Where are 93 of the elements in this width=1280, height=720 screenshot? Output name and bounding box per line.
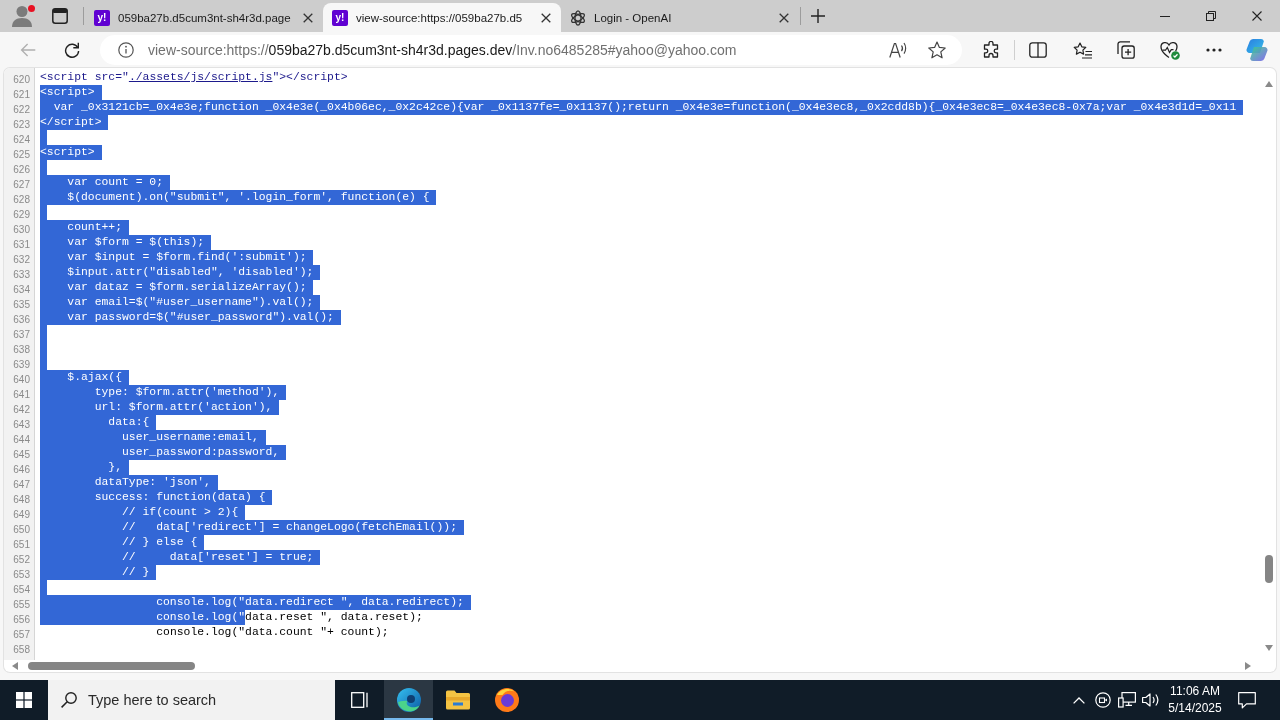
browser-tab[interactable]: Login - OpenAI xyxy=(561,3,799,32)
line-number: 624 xyxy=(13,134,30,145)
scroll-left-icon[interactable] xyxy=(12,662,18,670)
browser-tab[interactable]: y! view-source:https://059ba27b.d5 xyxy=(323,3,561,32)
line-number: 653 xyxy=(13,569,30,580)
split-screen-icon[interactable] xyxy=(1029,42,1047,58)
line-number: 621 xyxy=(13,89,30,100)
line-number: 630 xyxy=(13,224,30,235)
line-number: 635 xyxy=(13,299,30,310)
line-number: 655 xyxy=(13,599,30,610)
scroll-up-icon[interactable] xyxy=(1265,81,1273,87)
read-aloud-icon[interactable] xyxy=(889,42,907,58)
line-number: 658 xyxy=(13,644,30,655)
line-number: 639 xyxy=(13,359,30,370)
line-number: 629 xyxy=(13,209,30,220)
scroll-right-icon[interactable] xyxy=(1245,662,1251,670)
notification-dot-icon xyxy=(28,5,35,12)
line-number: 628 xyxy=(13,194,30,205)
line-number: 633 xyxy=(13,269,30,280)
scrollbar-thumb[interactable] xyxy=(1265,555,1273,583)
close-window-icon[interactable] xyxy=(1252,11,1262,21)
line-number: 625 xyxy=(13,149,30,160)
close-icon[interactable] xyxy=(541,12,551,23)
code-text: <script src=" xyxy=(40,70,129,85)
line-number: 620 xyxy=(13,74,30,85)
source-link[interactable]: ./assets/js/script.js xyxy=(128,70,273,85)
minimize-icon[interactable] xyxy=(1160,15,1170,17)
start-icon[interactable] xyxy=(16,692,32,708)
code-line: console.log("data.count "+ count); xyxy=(156,625,389,640)
restore-icon[interactable] xyxy=(1206,11,1216,21)
info-icon[interactable] xyxy=(118,42,134,58)
app-logo-icon[interactable] xyxy=(1246,39,1268,61)
line-number: 637 xyxy=(13,329,30,340)
task-view-icon xyxy=(350,692,369,708)
star-icon[interactable] xyxy=(928,41,946,59)
line-number: 631 xyxy=(13,239,30,250)
favicon-icon: y! xyxy=(332,9,348,26)
line-number: 651 xyxy=(13,539,30,550)
code-text: data.reset ", data.reset); xyxy=(245,610,423,625)
network-icon[interactable] xyxy=(1118,692,1136,708)
code-text: "></script> xyxy=(272,70,348,85)
more-icon[interactable] xyxy=(1206,48,1222,52)
clock-time: 11:06 AM xyxy=(1170,683,1220,700)
line-number: 657 xyxy=(13,629,30,640)
line-number: 646 xyxy=(13,464,30,475)
favorites-icon[interactable] xyxy=(1072,41,1092,59)
search-field[interactable]: Type here to search xyxy=(48,680,335,720)
line-number: 644 xyxy=(13,434,30,445)
line-number: 627 xyxy=(13,179,30,190)
chevron-up-icon[interactable] xyxy=(1073,696,1085,704)
line-number: 626 xyxy=(13,164,30,175)
knot-icon xyxy=(570,9,586,26)
profile-avatar-icon[interactable] xyxy=(11,5,33,27)
browser-icon xyxy=(396,688,421,712)
line-number: 648 xyxy=(13,494,30,505)
line-number: 634 xyxy=(13,284,30,295)
clock-date: 5/14/2025 xyxy=(1168,700,1222,717)
line-number: 638 xyxy=(13,344,30,355)
line-number: 641 xyxy=(13,389,30,400)
volume-icon[interactable] xyxy=(1142,692,1160,708)
line-number: 645 xyxy=(13,449,30,460)
taskbar-button[interactable] xyxy=(384,680,433,720)
scrollbar-thumb[interactable] xyxy=(28,662,195,670)
close-icon[interactable] xyxy=(779,12,789,23)
collections-icon[interactable] xyxy=(1117,41,1135,59)
heart-pulse-icon[interactable] xyxy=(1160,40,1180,60)
address-field[interactable]: view-source:https://059ba27b.d5cum3nt-sh4r3d.pages.dev/Inv.no6485285#yahoo@yahoo.com xyxy=(100,35,962,65)
favicon-icon: y! xyxy=(94,9,110,26)
line-number: 632 xyxy=(13,254,30,265)
line-number: 656 xyxy=(13,614,30,625)
notification-icon[interactable] xyxy=(1238,691,1256,709)
search-icon xyxy=(61,692,77,708)
tab-actions-icon[interactable] xyxy=(52,8,68,24)
line-number: 647 xyxy=(13,479,30,490)
line-number: 622 xyxy=(13,104,30,115)
browser-tab[interactable]: y! 059ba27b.d5cum3nt-sh4r3d.page xyxy=(85,3,323,32)
line-number: 636 xyxy=(13,314,30,325)
puzzle-icon[interactable] xyxy=(982,41,1000,59)
line-number: 650 xyxy=(13,524,30,535)
line-number: 640 xyxy=(13,374,30,385)
video-call-icon[interactable] xyxy=(1095,692,1111,708)
line-number: 649 xyxy=(13,509,30,520)
line-number: 623 xyxy=(13,119,30,130)
line-number: 652 xyxy=(13,554,30,565)
new-tab-icon[interactable] xyxy=(811,9,825,23)
folder-icon xyxy=(445,690,470,710)
line-number: 654 xyxy=(13,584,30,595)
fox-browser-icon xyxy=(494,688,519,712)
scroll-down-icon[interactable] xyxy=(1265,645,1273,651)
close-icon[interactable] xyxy=(303,12,313,23)
line-number: 643 xyxy=(13,419,30,430)
line-number: 642 xyxy=(13,404,30,415)
refresh-icon[interactable] xyxy=(64,42,80,58)
